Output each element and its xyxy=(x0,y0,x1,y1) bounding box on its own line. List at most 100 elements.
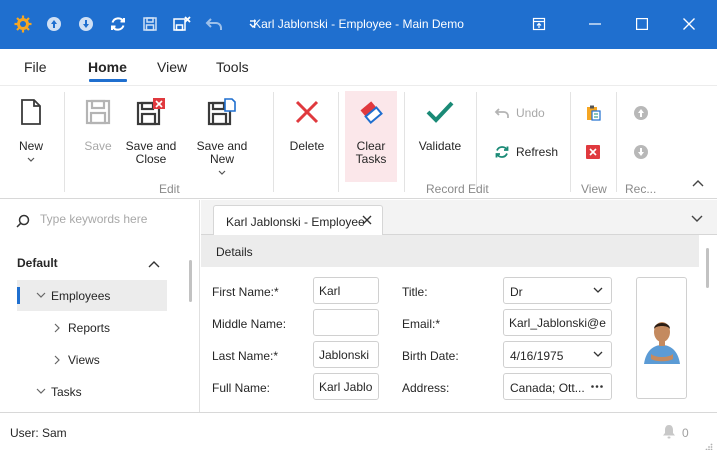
validate-button[interactable]: Validate xyxy=(414,96,466,153)
restore-layout-icon[interactable] xyxy=(529,14,549,34)
arrow-down-circle-icon[interactable] xyxy=(76,14,96,34)
ribbon-separator xyxy=(338,92,339,192)
clear-tasks-label: Clear Tasks xyxy=(355,139,387,166)
ribbon-separator xyxy=(616,92,617,192)
chevron-down-icon xyxy=(218,170,226,175)
arrow-up-circle-icon[interactable] xyxy=(44,14,64,34)
employee-photo-box[interactable] xyxy=(636,277,687,399)
tab-tools[interactable]: Tools xyxy=(216,59,249,75)
details-section-header[interactable]: Details xyxy=(201,235,699,267)
navigation-pane: Default Employees Reports Views Tasks xyxy=(0,200,200,412)
bell-icon[interactable] xyxy=(662,424,676,442)
middle-name-label: Middle Name: xyxy=(212,317,287,331)
save-label: Save xyxy=(84,139,112,153)
save-and-new-button[interactable]: Save and New xyxy=(185,96,259,175)
title-label: Title: xyxy=(402,285,428,299)
undo-label: Undo xyxy=(516,106,545,120)
new-label: New xyxy=(18,139,43,153)
delete-x-icon xyxy=(286,96,328,128)
selection-indicator xyxy=(17,287,20,304)
nav-item-label: Tasks xyxy=(51,385,82,399)
birth-date-value: 4/16/1975 xyxy=(510,349,564,363)
email-label: Email:* xyxy=(402,317,441,331)
chevron-right-icon xyxy=(54,355,60,365)
checkmark-icon xyxy=(414,96,466,128)
chevron-down-icon xyxy=(593,351,603,357)
full-name-field[interactable] xyxy=(313,373,379,400)
nav-item-employees[interactable]: Employees xyxy=(17,280,167,311)
nav-item-reports[interactable]: Reports xyxy=(17,312,167,343)
notification-count: 0 xyxy=(682,426,689,440)
save-and-close-label: Save and Close xyxy=(125,139,177,166)
save-and-close-icon[interactable] xyxy=(172,14,192,34)
save-icon[interactable] xyxy=(140,14,160,34)
birth-date-label: Birth Date: xyxy=(402,349,459,363)
chevron-down-icon xyxy=(27,157,35,162)
maximize-icon[interactable] xyxy=(632,14,652,34)
document-area: Karl Jablonski - Employee Details First … xyxy=(201,200,717,412)
tab-file[interactable]: File xyxy=(24,59,47,75)
chevron-down-icon xyxy=(593,287,603,293)
address-value: Canada; Ott... xyxy=(510,381,585,395)
address-label: Address: xyxy=(402,381,450,395)
nav-group-default[interactable]: Default xyxy=(17,256,58,270)
refresh-icon[interactable] xyxy=(108,14,128,34)
title-combo[interactable]: Dr xyxy=(503,277,612,304)
birth-date-picker[interactable]: 4/16/1975 xyxy=(503,341,612,368)
tab-view[interactable]: View xyxy=(157,59,187,75)
new-button[interactable]: New xyxy=(12,96,50,162)
customize-dropdown-icon[interactable] xyxy=(243,14,263,34)
nav-item-label: Reports xyxy=(68,321,111,335)
status-bar: User: Sam 0 xyxy=(0,412,717,450)
last-name-label: Last Name:* xyxy=(212,349,279,363)
search-input[interactable] xyxy=(40,212,190,226)
ribbon-group-record-edit: Record Edit xyxy=(426,182,489,196)
ribbon-group-edit: Edit xyxy=(159,182,180,196)
chevron-down-icon xyxy=(36,292,46,298)
delete-button[interactable]: Delete xyxy=(286,96,328,153)
middle-name-field[interactable] xyxy=(313,309,379,336)
refresh-icon xyxy=(495,146,509,158)
title-value: Dr xyxy=(510,285,523,299)
close-detail-icon[interactable] xyxy=(585,144,601,163)
address-field[interactable]: Canada; Ott... xyxy=(503,373,612,400)
tab-home[interactable]: Home xyxy=(88,59,127,75)
first-name-field[interactable] xyxy=(313,277,379,304)
document-tab-label: Karl Jablonski - Employee xyxy=(226,215,365,229)
ellipsis-icon[interactable] xyxy=(591,385,603,388)
ribbon-group-records: Rec... xyxy=(625,182,657,196)
collapse-ribbon-icon[interactable] xyxy=(692,176,704,190)
nav-item-label: Views xyxy=(68,353,100,367)
email-field[interactable] xyxy=(503,309,612,336)
document-scrollbar[interactable] xyxy=(706,248,709,288)
save-and-close-button[interactable]: Save and Close xyxy=(124,96,178,166)
last-name-field[interactable] xyxy=(313,341,379,368)
nav-item-views[interactable]: Views xyxy=(17,344,167,375)
chevron-right-icon xyxy=(54,323,60,333)
undo-button[interactable]: Undo xyxy=(494,106,545,120)
previous-record-icon[interactable] xyxy=(633,105,649,124)
chevron-up-icon[interactable] xyxy=(148,257,160,271)
chevron-down-icon xyxy=(36,388,46,394)
clipboard-export-icon[interactable] xyxy=(585,105,601,124)
minimize-icon[interactable] xyxy=(585,14,605,34)
details-label: Details xyxy=(216,245,253,259)
document-tab-strip: Karl Jablonski - Employee xyxy=(201,200,717,236)
nav-item-tasks[interactable]: Tasks xyxy=(17,376,167,407)
menu-bar: File Home View Tools xyxy=(0,49,717,85)
refresh-button[interactable]: Refresh xyxy=(494,144,558,160)
chevron-down-icon[interactable] xyxy=(691,212,703,226)
resize-grip-icon[interactable] xyxy=(705,440,713,450)
nav-scrollbar[interactable] xyxy=(189,260,192,302)
clear-tasks-button[interactable]: Clear Tasks xyxy=(345,96,397,166)
close-tab-icon[interactable] xyxy=(362,214,372,228)
undo-icon[interactable] xyxy=(204,14,224,34)
next-record-icon[interactable] xyxy=(633,144,649,163)
title-bar: Karl Jablonski - Employee - Main Demo xyxy=(0,0,717,49)
close-icon[interactable] xyxy=(679,14,699,34)
app-gear-icon[interactable] xyxy=(13,14,33,34)
save-button[interactable]: Save xyxy=(78,96,118,153)
search-icon xyxy=(16,214,30,231)
new-document-icon xyxy=(12,96,50,128)
document-tab[interactable]: Karl Jablonski - Employee xyxy=(213,205,383,236)
